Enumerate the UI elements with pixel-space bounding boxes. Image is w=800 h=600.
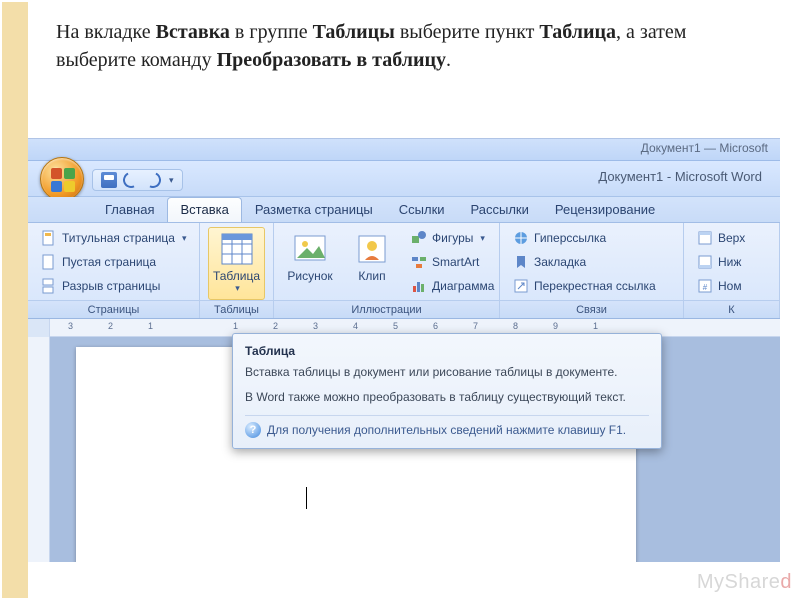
- cross-reference-icon: [513, 278, 529, 294]
- cover-page-icon: [41, 230, 57, 246]
- hyperlink-label: Гиперссылка: [534, 231, 606, 245]
- undo-icon[interactable]: [121, 170, 142, 191]
- redo-icon[interactable]: [143, 170, 164, 191]
- blank-page-icon: [41, 254, 57, 270]
- tab-home[interactable]: Главная: [92, 197, 167, 222]
- tooltip-title: Таблица: [245, 344, 649, 358]
- shapes-button[interactable]: Фигуры▾: [406, 227, 499, 249]
- header-label: Верх: [718, 231, 745, 245]
- table-button[interactable]: Таблица ▾: [208, 227, 265, 300]
- tab-mailings[interactable]: Рассылки: [458, 197, 542, 222]
- smartart-icon: [411, 254, 427, 270]
- background-window-title: Документ1 — Microsoft: [641, 141, 768, 155]
- table-button-label: Таблица: [213, 269, 260, 283]
- bookmark-label: Закладка: [534, 255, 586, 269]
- table-icon: [220, 232, 254, 266]
- group-pages-label: Страницы: [28, 300, 199, 318]
- ruler-corner: [28, 319, 50, 337]
- title-bar: ▾ Документ1 - Microsoft Word: [28, 161, 780, 197]
- picture-label: Рисунок: [287, 269, 332, 283]
- group-illustrations: Рисунок Клип Фигуры▾ SmartArt: [274, 223, 500, 318]
- header-button[interactable]: Верх: [692, 227, 750, 249]
- tab-references[interactable]: Ссылки: [386, 197, 458, 222]
- chart-icon: [411, 278, 427, 294]
- page-number-icon: #: [697, 278, 713, 294]
- watermark: MyShared: [697, 571, 792, 594]
- tab-page-layout[interactable]: Разметка страницы: [242, 197, 386, 222]
- quick-access-toolbar: ▾: [92, 169, 183, 191]
- office-button[interactable]: [40, 157, 84, 201]
- cover-page-button[interactable]: Титульная страница▾: [36, 227, 192, 249]
- tooltip: Таблица Вставка таблицы в документ или р…: [232, 333, 662, 449]
- page-number-button[interactable]: # Ном: [692, 275, 750, 297]
- clip-icon: [355, 232, 389, 266]
- chevron-down-icon: ▾: [235, 283, 240, 294]
- blank-page-button[interactable]: Пустая страница: [36, 251, 192, 273]
- tab-review[interactable]: Рецензирование: [542, 197, 668, 222]
- footer-button[interactable]: Ниж: [692, 251, 750, 273]
- smartart-button[interactable]: SmartArt: [406, 251, 499, 273]
- page-break-label: Разрыв страницы: [62, 279, 160, 293]
- smartart-label: SmartArt: [432, 255, 479, 269]
- group-links: Гиперссылка Закладка Перекрестная ссылка…: [500, 223, 684, 318]
- clip-button[interactable]: Клип: [344, 227, 400, 300]
- screenshot-region: Документ1 — Microsoft ▾ Документ1 - Micr…: [28, 138, 780, 562]
- bookmark-button[interactable]: Закладка: [508, 251, 661, 273]
- app-title: Документ1 - Microsoft Word: [598, 169, 762, 184]
- tooltip-help: ? Для получения дополнительных сведений …: [245, 422, 649, 438]
- tooltip-help-text: Для получения дополнительных сведений на…: [267, 423, 626, 437]
- tooltip-line2: В Word также можно преобразовать в табли…: [245, 389, 649, 406]
- group-illustrations-label: Иллюстрации: [274, 300, 499, 318]
- bookmark-icon: [513, 254, 529, 270]
- text-cursor: [306, 487, 307, 509]
- save-icon[interactable]: [101, 172, 117, 188]
- picture-icon: [293, 232, 327, 266]
- blank-page-label: Пустая страница: [62, 255, 156, 269]
- group-header-footer: Верх Ниж # Ном К: [684, 223, 780, 318]
- footer-icon: [697, 254, 713, 270]
- chart-label: Диаграмма: [432, 279, 494, 293]
- cover-page-label: Титульная страница: [62, 231, 175, 245]
- group-links-label: Связи: [500, 300, 683, 318]
- chart-button[interactable]: Диаграмма: [406, 275, 499, 297]
- group-pages: Титульная страница▾ Пустая страница Разр…: [28, 223, 200, 318]
- vertical-ruler[interactable]: [28, 337, 50, 562]
- ribbon-tabs: Главная Вставка Разметка страницы Ссылки…: [28, 197, 780, 223]
- cross-reference-label: Перекрестная ссылка: [534, 279, 656, 293]
- page-break-button[interactable]: Разрыв страницы: [36, 275, 192, 297]
- svg-text:#: #: [703, 283, 708, 292]
- ribbon: Титульная страница▾ Пустая страница Разр…: [28, 223, 780, 319]
- page-number-label: Ном: [718, 279, 742, 293]
- page-break-icon: [41, 278, 57, 294]
- clip-label: Клип: [358, 269, 385, 283]
- tab-insert[interactable]: Вставка: [167, 197, 241, 222]
- cross-reference-button[interactable]: Перекрестная ссылка: [508, 275, 661, 297]
- background-window-titlebar: Документ1 — Microsoft: [28, 139, 780, 161]
- qat-customize-icon[interactable]: ▾: [169, 175, 174, 186]
- picture-button[interactable]: Рисунок: [282, 227, 338, 300]
- group-tables: Таблица ▾ Таблицы: [200, 223, 274, 318]
- shapes-label: Фигуры: [432, 231, 473, 245]
- group-tables-label: Таблицы: [200, 300, 273, 318]
- help-icon: ?: [245, 422, 261, 438]
- group-header-footer-label: К: [684, 300, 779, 318]
- hyperlink-button[interactable]: Гиперссылка: [508, 227, 661, 249]
- header-icon: [697, 230, 713, 246]
- footer-label: Ниж: [718, 255, 741, 269]
- hyperlink-icon: [513, 230, 529, 246]
- shapes-icon: [411, 230, 427, 246]
- tooltip-line1: Вставка таблицы в документ или рисование…: [245, 364, 649, 381]
- instruction-text: На вкладке Вставка в группе Таблицы выбе…: [56, 18, 756, 118]
